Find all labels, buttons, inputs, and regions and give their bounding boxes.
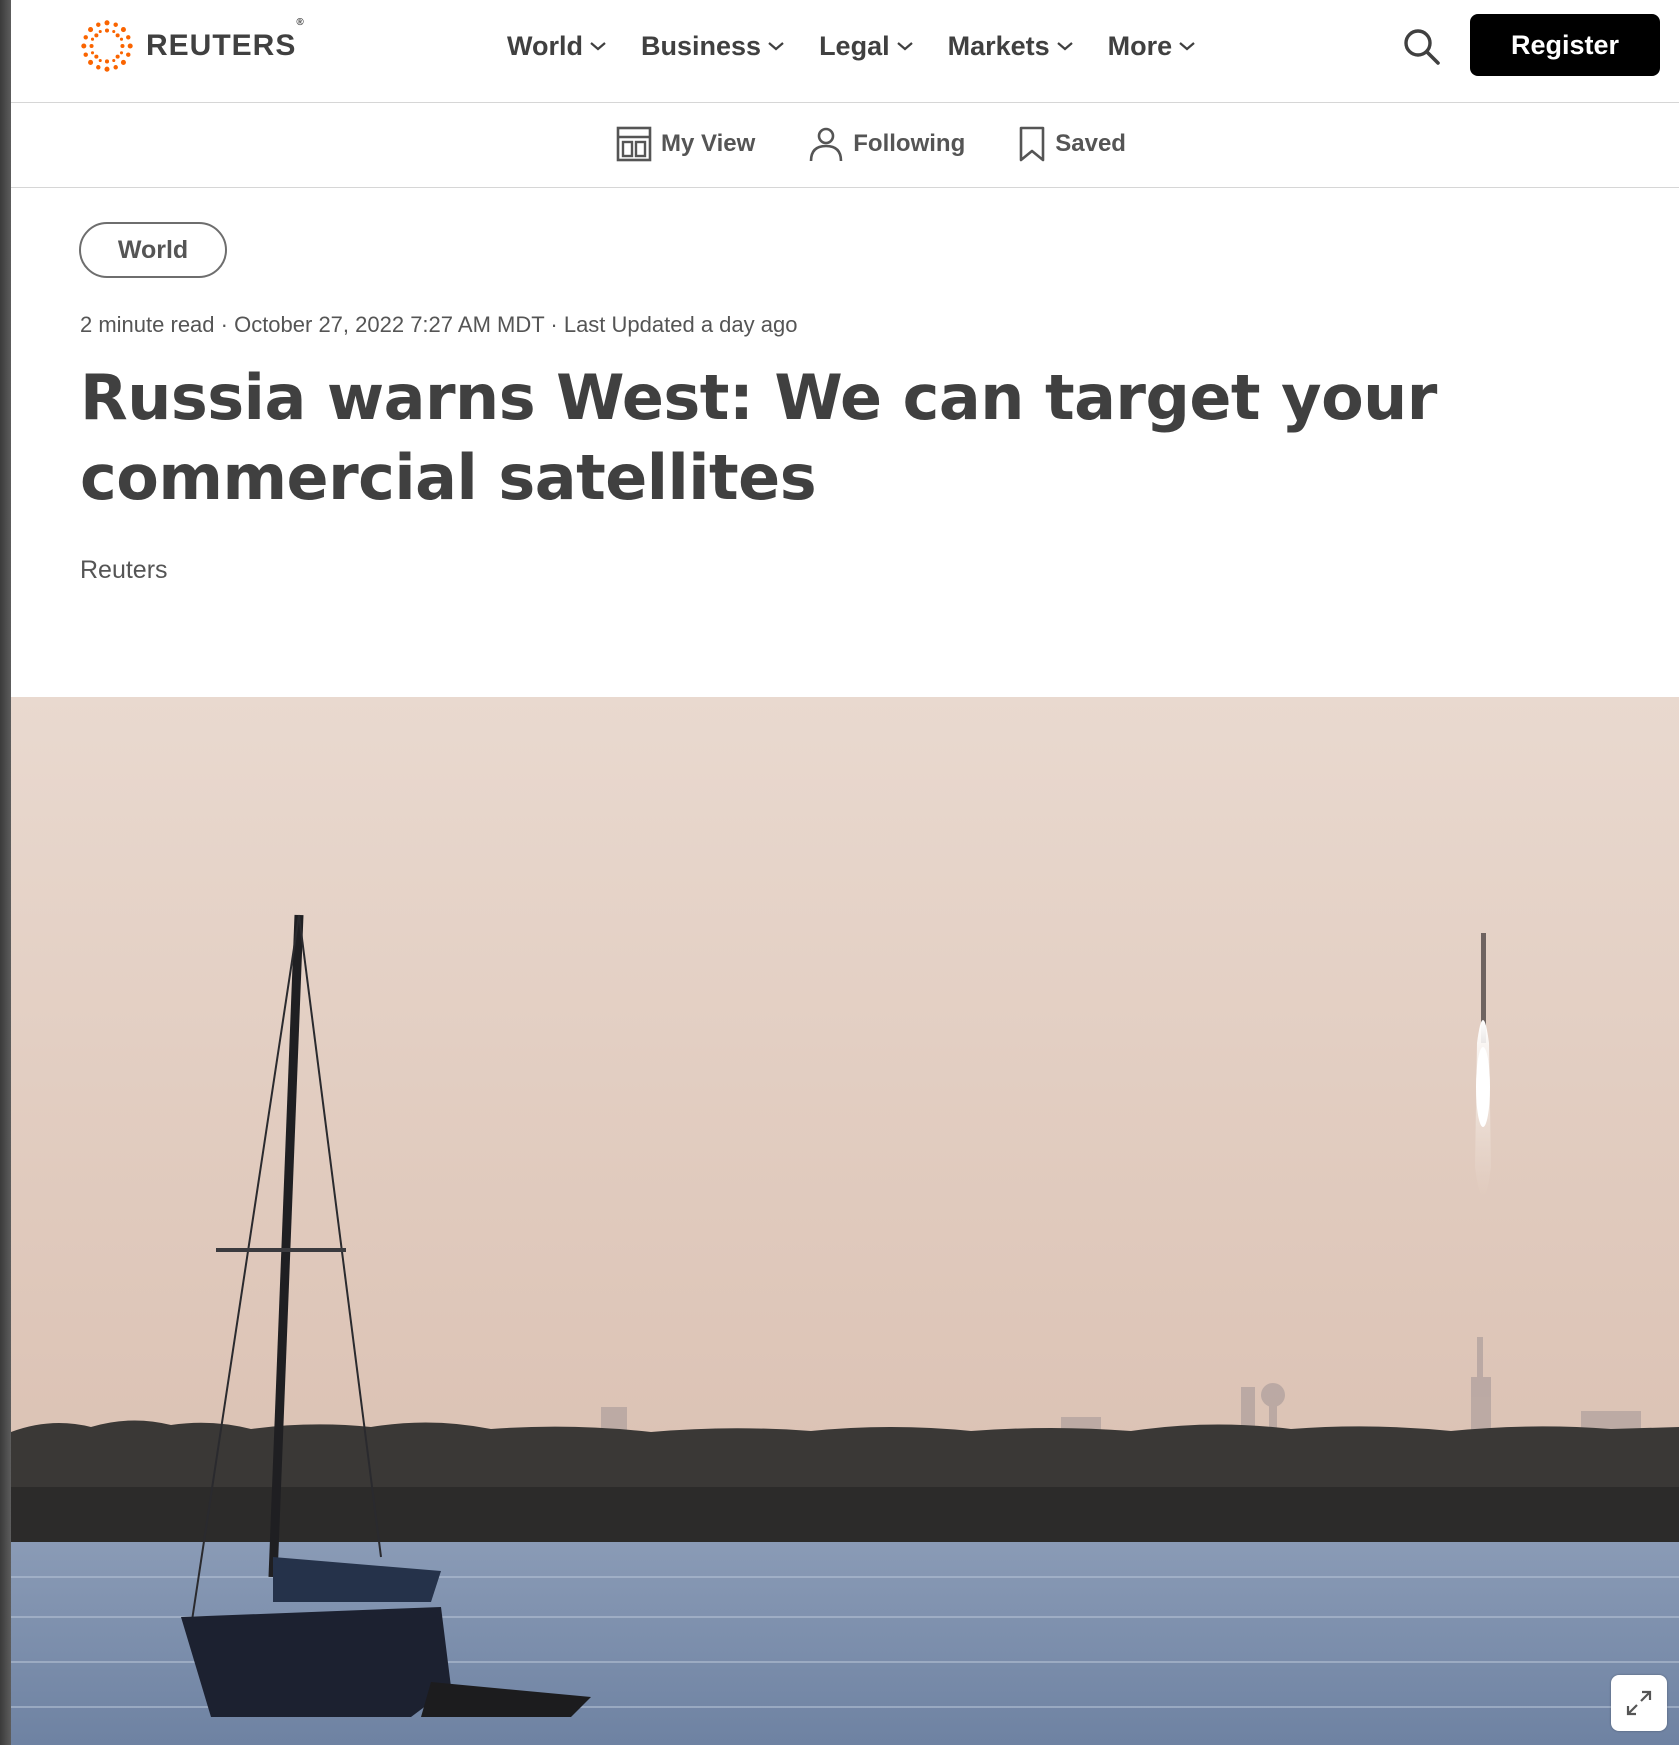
nav-item-business[interactable]: Business (641, 31, 785, 62)
search-button[interactable] (1401, 26, 1443, 68)
window-edge (0, 0, 11, 1745)
subnav-item-saved[interactable]: Saved (1017, 125, 1126, 163)
treeline (11, 1420, 1679, 1492)
nav-item-label: Markets (947, 30, 1050, 61)
article-meta: 2 minute read · October 27, 2022 7:27 AM… (80, 312, 798, 337)
subnav-item-my-view[interactable]: My View (615, 125, 755, 163)
expand-image-button[interactable] (1611, 1675, 1667, 1731)
layout-icon (616, 126, 652, 162)
expand-icon (1626, 1690, 1652, 1716)
hero-photo (11, 697, 1679, 1745)
subnav-item-label: Following (853, 130, 966, 157)
nav-item-markets[interactable]: Markets (948, 31, 1074, 62)
nav-item-label: More (1107, 30, 1173, 61)
secondary-navigation-bar: My View Following Saved (11, 103, 1679, 188)
nav-item-label: Legal (819, 30, 890, 61)
chevron-down-icon (768, 42, 784, 51)
search-icon (1404, 29, 1440, 65)
bookmark-icon (1019, 126, 1045, 162)
subnav-item-label: My View (661, 130, 756, 157)
register-button[interactable]: Register (1470, 14, 1660, 76)
top-navigation-bar: REUTERS® World Business Legal Markets Mo… (11, 0, 1679, 103)
registered-mark: ® (296, 17, 305, 28)
nav-item-label: World (507, 30, 583, 61)
chevron-down-icon (590, 42, 606, 51)
person-icon (809, 127, 843, 162)
personal-nav: My View Following Saved (615, 125, 1126, 163)
subnav-item-label: Saved (1055, 130, 1126, 157)
shoreline (11, 1487, 1679, 1547)
subnav-item-following[interactable]: Following (807, 125, 965, 163)
brand-name: REUTERS® (146, 17, 305, 62)
nav-item-label: Business (641, 30, 762, 61)
nav-item-more[interactable]: More (1108, 31, 1197, 62)
chevron-down-icon (1056, 42, 1073, 51)
primary-nav: World Business Legal Markets More (507, 24, 1196, 68)
chevron-down-icon (1179, 42, 1195, 51)
sky (11, 697, 1679, 1437)
article-headline: Russia warns West: We can target your co… (80, 361, 1437, 514)
section-tag[interactable]: World (79, 222, 227, 278)
reuters-logo[interactable]: REUTERS® (78, 16, 305, 76)
nav-item-world[interactable]: World (507, 31, 607, 62)
hero-image (11, 697, 1679, 1745)
reuters-logo-icon (81, 20, 133, 72)
article-byline[interactable]: Reuters (80, 556, 168, 585)
chevron-down-icon (896, 42, 913, 51)
article-page: REUTERS® World Business Legal Markets Mo… (11, 0, 1679, 1745)
nav-item-legal[interactable]: Legal (819, 31, 914, 62)
